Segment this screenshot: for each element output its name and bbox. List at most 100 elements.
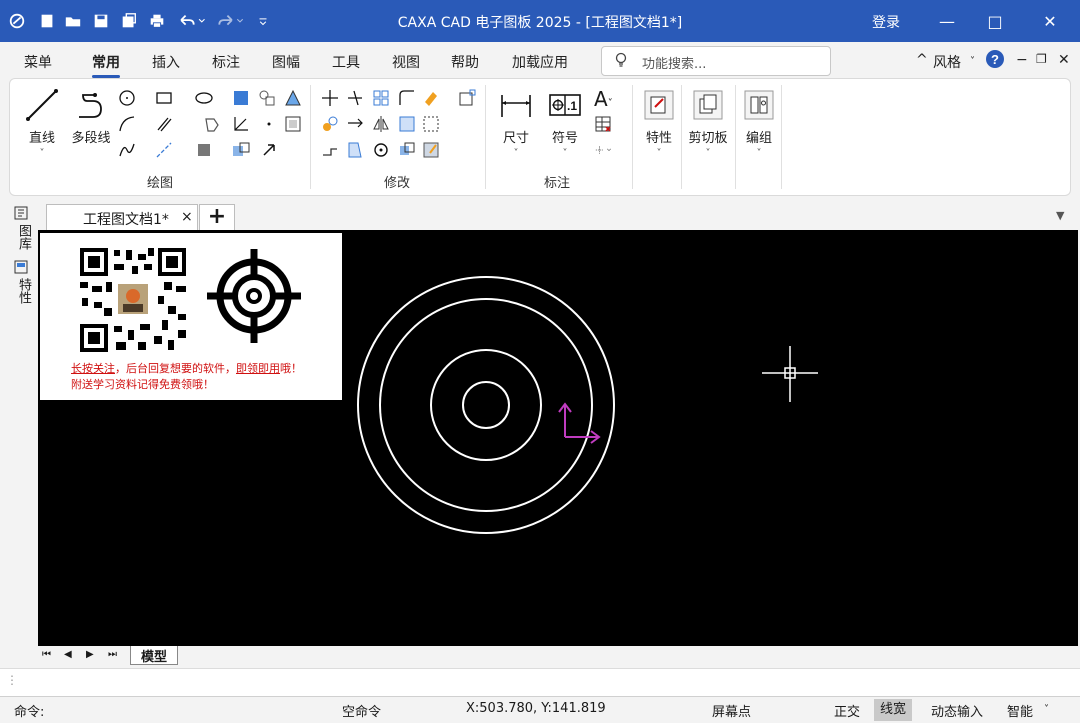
move-icon[interactable] (321, 89, 339, 107)
ribbon-separator (781, 85, 782, 189)
customize-toolbar-icon[interactable] (252, 10, 274, 32)
doc-restore-button[interactable]: ❐ (1036, 52, 1047, 66)
coordinate-icon[interactable] (594, 141, 624, 159)
search-input[interactable]: 功能搜索... (601, 46, 831, 76)
model-tab[interactable]: 模型 (130, 646, 179, 665)
style-menu[interactable]: 风格 (933, 52, 961, 72)
insert-image-icon[interactable] (232, 141, 250, 159)
new-tab-button[interactable]: + (199, 204, 235, 231)
dynamic-input-toggle[interactable]: 动态输入 (931, 701, 983, 720)
tab-view[interactable]: 视图 (392, 52, 420, 72)
save-icon[interactable] (90, 10, 112, 32)
smart-snap-toggle[interactable]: 智能 (1007, 701, 1033, 720)
doc-close-button[interactable]: ✕ (1058, 52, 1070, 68)
promo-image: 长按关注，后台回复想要的软件，即领即用哦！ 附送学习资料记得免费领哦！ (40, 233, 342, 400)
last-layout-icon[interactable]: ⏭ (108, 649, 117, 660)
chamfer-icon[interactable] (195, 141, 213, 159)
tab-list-chevron-icon[interactable]: ▼ (1056, 209, 1064, 222)
next-layout-icon[interactable]: ▶ (86, 649, 94, 660)
array-icon[interactable] (372, 89, 390, 107)
centerline-icon[interactable] (155, 141, 173, 159)
circle-icon[interactable] (118, 89, 136, 107)
ortho-toggle[interactable]: 正交 (834, 701, 860, 720)
chevron-down-icon[interactable]: ˅ (970, 56, 975, 67)
line-icon (26, 89, 58, 121)
arc-icon[interactable] (118, 115, 136, 133)
tab-tools[interactable]: 工具 (332, 52, 360, 72)
tab-help[interactable]: 帮助 (451, 52, 479, 72)
polygon-icon[interactable] (202, 115, 220, 133)
login-button[interactable]: 登录 (872, 12, 900, 32)
hatch-fill-icon[interactable] (232, 89, 250, 107)
text-icon[interactable]: A˅ (594, 87, 624, 111)
explode-icon[interactable] (398, 115, 416, 133)
extend-icon[interactable] (346, 115, 364, 133)
smart-snap-chevron-icon[interactable]: ˅ (1044, 704, 1049, 715)
document-tab-active[interactable]: 工程图文档1* × (46, 204, 198, 231)
dimension-button[interactable]: 尺寸 ˅ (496, 87, 536, 159)
tab-common[interactable]: 常用 (92, 52, 120, 78)
first-layout-icon[interactable]: ⏮ (42, 649, 51, 660)
new-file-icon[interactable] (36, 10, 58, 32)
redo-icon[interactable] (214, 10, 248, 32)
symbol-button[interactable]: .1 符号 ˅ (545, 87, 585, 159)
trim-icon[interactable] (346, 89, 364, 107)
lineweight-toggle[interactable]: 线宽 (874, 699, 913, 721)
concentric-circles[interactable] (357, 276, 615, 534)
break-icon[interactable] (422, 115, 440, 133)
block-icon[interactable] (258, 89, 276, 107)
doc-minimize-button[interactable]: − (1016, 52, 1028, 68)
maximize-button[interactable]: □ (975, 8, 1015, 34)
fillet-icon[interactable] (398, 89, 416, 107)
help-icon[interactable]: ? (985, 49, 1005, 73)
geometric-tolerance-icon: .1 (549, 94, 581, 116)
clipboard-button[interactable]: 剪切板 ˅ (685, 87, 731, 159)
app-logo-icon[interactable] (6, 10, 28, 32)
offset-icon[interactable] (458, 89, 476, 107)
copy-icon[interactable] (398, 141, 416, 159)
group-button[interactable]: 编组 ˅ (739, 87, 779, 159)
parallel-line-icon[interactable] (155, 115, 173, 133)
tab-sheet[interactable]: 图幅 (272, 52, 300, 72)
command-grip-icon[interactable]: ⋮ (6, 673, 18, 687)
side-panel: 图库 特性 (0, 200, 38, 650)
table-icon[interactable] (594, 115, 612, 133)
scale-icon[interactable] (321, 115, 339, 133)
command-line[interactable]: ⋮ (0, 668, 1080, 697)
pointer-arrow-icon[interactable] (260, 141, 278, 159)
group-label-modify: 修改 (384, 176, 411, 191)
tab-addins[interactable]: 加载应用 (512, 52, 568, 72)
point-icon[interactable] (260, 115, 278, 133)
print-icon[interactable] (146, 10, 168, 32)
minimize-button[interactable]: — (927, 8, 967, 34)
undo-icon[interactable] (174, 10, 208, 32)
close-button[interactable]: ✕ (1030, 8, 1070, 34)
collapse-ribbon-icon[interactable]: ^ (916, 52, 928, 68)
tab-menu[interactable]: 菜单 (24, 52, 52, 72)
erase-icon[interactable] (422, 89, 440, 107)
frame-icon[interactable] (284, 115, 302, 133)
line-button[interactable]: 直线 ˅ (22, 87, 62, 159)
mirror-icon[interactable] (372, 115, 390, 133)
stretch-icon[interactable] (321, 141, 339, 159)
tab-insert[interactable]: 插入 (152, 52, 180, 72)
ribbon-separator (310, 85, 311, 189)
align-icon[interactable] (346, 141, 364, 159)
save-as-icon[interactable] (118, 10, 140, 32)
properties-button[interactable]: 特性 ˅ (639, 87, 679, 159)
boundary-icon[interactable] (284, 89, 302, 107)
prev-layout-icon[interactable]: ◀ (64, 649, 72, 660)
angle-line-icon[interactable] (232, 115, 250, 133)
snap-mode-button[interactable]: 屏幕点 (712, 701, 751, 720)
ellipse-icon[interactable] (195, 89, 213, 107)
tab-annotate[interactable]: 标注 (212, 52, 240, 72)
open-folder-icon[interactable] (62, 10, 84, 32)
close-icon[interactable]: × (181, 209, 193, 225)
match-properties-icon[interactable] (422, 141, 440, 159)
library-panel-tab[interactable]: 图库 (14, 206, 32, 250)
rectangle-icon[interactable] (155, 89, 173, 107)
rotate-icon[interactable] (372, 141, 390, 159)
polyline-button[interactable]: 多段线 (68, 87, 114, 146)
spline-icon[interactable] (118, 141, 136, 159)
properties-panel-tab[interactable]: 特性 (14, 260, 32, 304)
